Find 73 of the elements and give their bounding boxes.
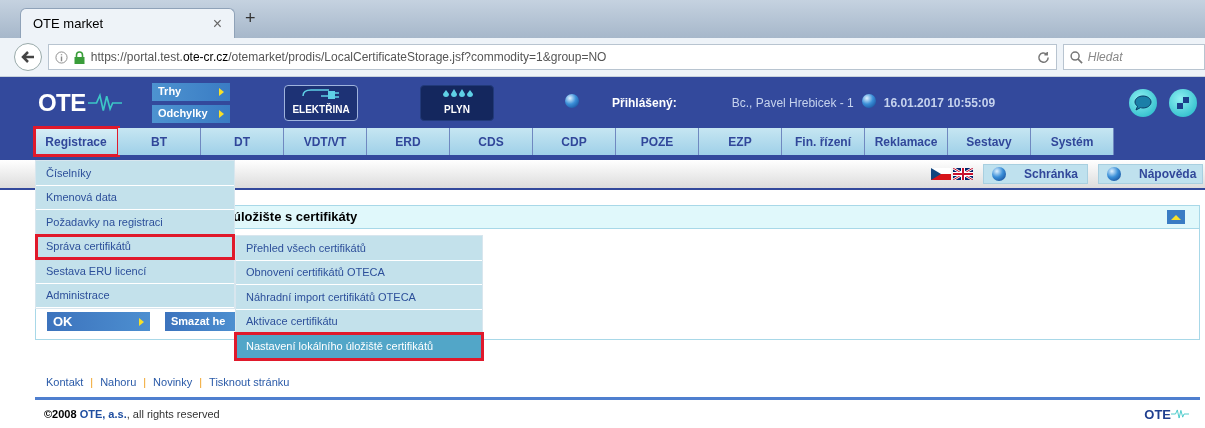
footer-link[interactable]: Kontakt: [46, 374, 84, 391]
nav-tab[interactable]: Registrace: [35, 128, 118, 155]
back-button[interactable]: [14, 43, 42, 71]
new-tab-button[interactable]: +: [245, 5, 256, 32]
commodity-button[interactable]: ELEKTŘINA: [284, 84, 358, 121]
nav-tab[interactable]: Systém: [1031, 128, 1114, 155]
link-separator: |: [90, 375, 94, 390]
nav-tab[interactable]: Fin. řízení: [782, 128, 865, 155]
url-field[interactable]: https://portal.test.ote-cr.cz/otemarket/prodis/LocalCertificateStorage.jsf?commodity=1&group=NO: [47, 44, 1057, 70]
nav-tab[interactable]: Sestavy: [948, 128, 1031, 155]
footer-link[interactable]: Tisknout stránku: [209, 374, 290, 391]
submenu-item[interactable]: Přehled všech certifikátů: [236, 236, 482, 261]
menu-item[interactable]: Administrace: [36, 283, 234, 308]
menu-item[interactable]: Sestava ERU licencí: [36, 259, 234, 284]
search-icon: [1069, 50, 1083, 64]
search-field[interactable]: Hledat: [1087, 48, 1198, 66]
nav-tab[interactable]: CDP: [533, 128, 616, 155]
reload-icon[interactable]: [1036, 50, 1050, 64]
chat-button[interactable]: [1129, 88, 1157, 117]
speech-bubble-icon: [1134, 94, 1152, 111]
login-label: Přihlášený:: [612, 94, 677, 112]
nav-tab[interactable]: ERD: [367, 128, 450, 155]
submenu-item[interactable]: Obnovení certifikátů OTECA: [236, 260, 482, 285]
panel-button[interactable]: Smazat he: [165, 312, 235, 331]
info-icon: [54, 50, 68, 64]
up-triangle-icon: [1171, 214, 1181, 220]
url-text: https://portal.test.ote-cr.cz/otemarket/prodis/LocalCertificateStorage.jsf?commodity=1&group=NO: [90, 49, 607, 66]
toolbar-button[interactable]: Nápověda: [1098, 164, 1203, 184]
triangle-icon: [139, 317, 144, 326]
ote-logo: OTE: [1144, 404, 1189, 424]
nav-tab[interactable]: POZE: [616, 128, 699, 155]
plug-icon: [301, 88, 341, 101]
toolbar-button[interactable]: Schránka: [983, 164, 1088, 184]
close-icon[interactable]: ×: [212, 11, 222, 36]
czech-flag-icon[interactable]: [931, 168, 951, 180]
search-box[interactable]: Hledat: [1062, 44, 1205, 70]
nav-tab[interactable]: DT: [201, 128, 284, 155]
browser-tab[interactable]: OTE market ×: [20, 8, 235, 38]
ote-logo: OTE: [38, 84, 118, 121]
menu-item[interactable]: Požadavky na registraci: [36, 210, 234, 235]
market-button[interactable]: Trhy: [152, 82, 230, 101]
window-button[interactable]: [1169, 88, 1197, 117]
nav-tab[interactable]: EZP: [699, 128, 782, 155]
footer-link[interactable]: Nahoru: [100, 374, 137, 391]
submenu-item[interactable]: Náhradní import certifikátů OTECA: [236, 285, 482, 310]
wave-icon: [87, 91, 122, 114]
link-separator: |: [199, 375, 203, 390]
link-separator: |: [143, 375, 147, 390]
globe-icon: [1107, 167, 1121, 181]
menu-item[interactable]: Správa certifikátů: [36, 234, 234, 259]
panel-button[interactable]: OK: [47, 312, 150, 331]
globe-icon: [992, 167, 1006, 181]
copyright-text: ©2008 OTE, a.s., all rights reserved: [44, 407, 220, 422]
menu-item[interactable]: Kmenová data: [36, 185, 234, 210]
user-name: Bc., Pavel Hrebicek - 1: [731, 94, 854, 112]
uk-flag-icon[interactable]: [953, 168, 973, 180]
date-time: 16.01.2017 10:55:09: [883, 94, 996, 112]
lock-icon: [73, 50, 85, 64]
market-button[interactable]: Odchylky: [152, 104, 230, 123]
menu-item[interactable]: Číselníky: [36, 161, 234, 186]
triangle-icon: [219, 109, 224, 118]
commodity-button[interactable]: PLYN: [420, 84, 494, 121]
back-arrow-icon: [20, 50, 35, 64]
nav-tab[interactable]: BT: [118, 128, 201, 155]
triangle-icon: [219, 87, 224, 96]
nav-tab[interactable]: CDS: [450, 128, 533, 155]
squares-icon: [1176, 95, 1190, 110]
panel-title: úložište s certifikáty: [233, 208, 358, 227]
wave-icon: [1171, 408, 1189, 421]
nav-tab[interactable]: VDT/VT: [284, 128, 367, 155]
nav-tab[interactable]: Reklamace: [865, 128, 948, 155]
collapse-button[interactable]: [1167, 210, 1185, 224]
footer-link[interactable]: Novinky: [153, 374, 193, 391]
